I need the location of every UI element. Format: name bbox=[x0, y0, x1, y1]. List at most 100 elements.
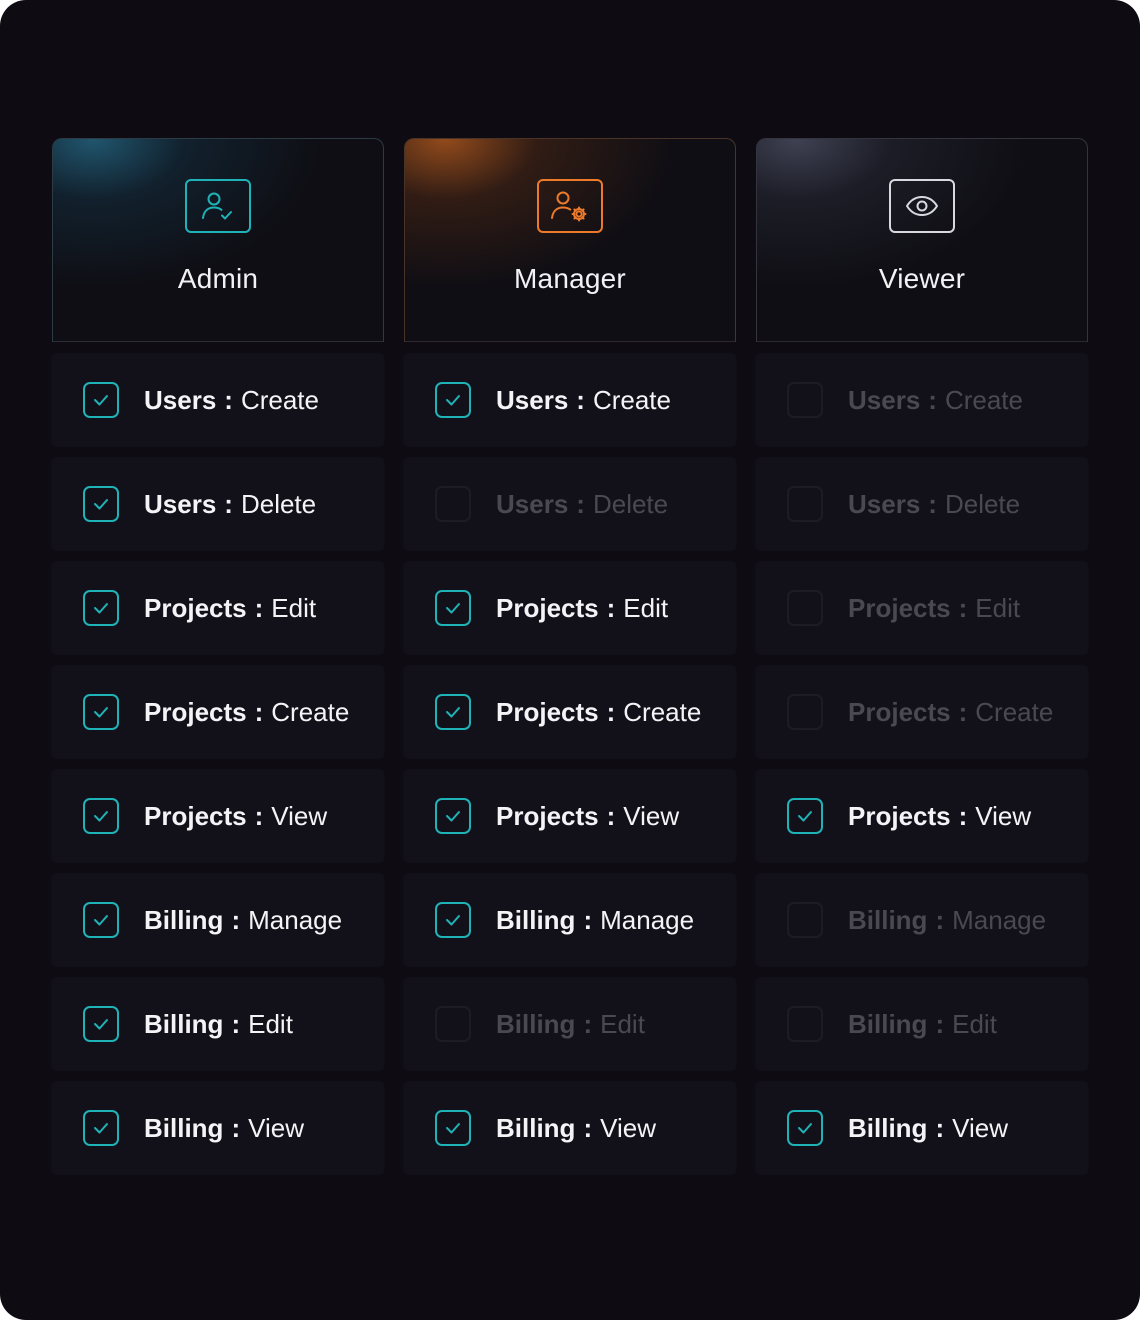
role-card-manager[interactable]: Manager bbox=[404, 138, 736, 342]
permission-row[interactable]: Projects: Create bbox=[756, 666, 1088, 758]
permission-row[interactable]: Projects: Edit bbox=[756, 562, 1088, 654]
permission-separator: : bbox=[254, 593, 264, 623]
permission-row[interactable]: Users: Create bbox=[52, 354, 384, 446]
permission-separator: : bbox=[935, 1009, 945, 1039]
permission-separator: : bbox=[583, 1113, 593, 1143]
permission-action: Edit bbox=[952, 1009, 997, 1039]
checkbox-unchecked[interactable] bbox=[787, 902, 823, 938]
permission-row[interactable]: Projects: Create bbox=[404, 666, 736, 758]
permission-separator: : bbox=[231, 1113, 241, 1143]
permission-row[interactable]: Users: Delete bbox=[404, 458, 736, 550]
checkbox-checked[interactable] bbox=[435, 798, 471, 834]
checkbox-checked[interactable] bbox=[435, 382, 471, 418]
permission-resource: Users bbox=[144, 489, 217, 519]
permission-row[interactable]: Projects: View bbox=[404, 770, 736, 862]
permission-row[interactable]: Billing: Edit bbox=[52, 978, 384, 1070]
checkbox-unchecked[interactable] bbox=[787, 590, 823, 626]
checkbox-checked[interactable] bbox=[83, 590, 119, 626]
permission-row[interactable]: Projects: Edit bbox=[404, 562, 736, 654]
permission-row[interactable]: Users: Create bbox=[404, 354, 736, 446]
permission-row[interactable]: Billing: Edit bbox=[404, 978, 736, 1070]
permission-resource: Billing bbox=[144, 905, 224, 935]
checkbox-checked[interactable] bbox=[83, 902, 119, 938]
permission-action: Create bbox=[240, 385, 319, 415]
checkbox-unchecked[interactable] bbox=[787, 694, 823, 730]
permission-action: Edit bbox=[600, 1009, 645, 1039]
permission-separator: : bbox=[224, 385, 233, 415]
permission-row[interactable]: Billing: View bbox=[52, 1082, 384, 1174]
checkbox-checked[interactable] bbox=[83, 382, 119, 418]
role-column-viewer: Viewer Users: Create Users: Delete Projects:… bbox=[756, 138, 1088, 1174]
checkbox-checked[interactable] bbox=[435, 694, 471, 730]
role-column-manager: Manager Users: Create Users: Delete Projects… bbox=[404, 138, 736, 1174]
permission-separator: : bbox=[606, 593, 616, 623]
permission-resource: Projects bbox=[848, 697, 951, 727]
permission-label: Billing: Manage bbox=[144, 904, 342, 936]
permission-label: Projects: Create bbox=[848, 696, 1053, 728]
checkbox-checked[interactable] bbox=[435, 902, 471, 938]
check-icon bbox=[94, 811, 108, 822]
eye-icon bbox=[889, 179, 955, 233]
checkbox-unchecked[interactable] bbox=[787, 1006, 823, 1042]
checkbox-checked[interactable] bbox=[83, 1006, 119, 1042]
checkbox-checked[interactable] bbox=[83, 798, 119, 834]
permission-resource: Billing bbox=[848, 1009, 928, 1039]
check-icon bbox=[798, 1123, 812, 1134]
permission-separator: : bbox=[606, 801, 616, 831]
role-card-admin[interactable]: Admin bbox=[52, 138, 384, 342]
checkbox-checked[interactable] bbox=[83, 486, 119, 522]
permission-label: Projects: Create bbox=[496, 696, 701, 728]
permission-separator: : bbox=[928, 385, 937, 415]
checkbox-checked[interactable] bbox=[787, 1110, 823, 1146]
permission-row[interactable]: Billing: View bbox=[756, 1082, 1088, 1174]
check-icon bbox=[446, 1123, 460, 1134]
permission-row[interactable]: Users: Create bbox=[756, 354, 1088, 446]
permission-action: Edit bbox=[623, 593, 669, 623]
role-card-viewer[interactable]: Viewer bbox=[756, 138, 1088, 342]
checkbox-checked[interactable] bbox=[83, 694, 119, 730]
check-icon bbox=[94, 915, 108, 926]
check-icon bbox=[94, 499, 108, 510]
permission-resource: Billing bbox=[144, 1113, 224, 1143]
permission-separator: : bbox=[935, 1113, 945, 1143]
permission-row[interactable]: Billing: Manage bbox=[756, 874, 1088, 966]
permission-separator: : bbox=[224, 489, 233, 519]
checkbox-unchecked[interactable] bbox=[787, 486, 823, 522]
permission-label: Billing: Manage bbox=[848, 904, 1046, 936]
checkbox-checked[interactable] bbox=[83, 1110, 119, 1146]
checkbox-unchecked[interactable] bbox=[435, 1006, 471, 1042]
permission-row[interactable]: Users: Delete bbox=[52, 458, 384, 550]
permission-resource: Users bbox=[144, 385, 217, 415]
permission-action: View bbox=[623, 801, 680, 831]
permission-list: Users: Create Users: Delete Projects: Edit Pro… bbox=[756, 354, 1088, 1174]
permission-action: View bbox=[600, 1113, 656, 1143]
permission-action: Delete bbox=[944, 489, 1021, 519]
checkbox-unchecked[interactable] bbox=[435, 486, 471, 522]
permission-action: View bbox=[248, 1113, 304, 1143]
user-settings-icon bbox=[537, 179, 603, 233]
check-icon bbox=[94, 1123, 108, 1134]
permission-separator: : bbox=[231, 1009, 241, 1039]
permission-label: Billing: Edit bbox=[144, 1008, 293, 1040]
permission-row[interactable]: Users: Delete bbox=[756, 458, 1088, 550]
check-icon bbox=[94, 603, 108, 614]
permission-row[interactable]: Projects: View bbox=[756, 770, 1088, 862]
role-name: Admin bbox=[177, 263, 259, 294]
permission-row[interactable]: Billing: Edit bbox=[756, 978, 1088, 1070]
permission-action: Create bbox=[592, 385, 671, 415]
role-name: Viewer bbox=[878, 263, 966, 294]
permission-label: Projects: Edit bbox=[144, 592, 316, 624]
checkbox-checked[interactable] bbox=[435, 1110, 471, 1146]
checkbox-unchecked[interactable] bbox=[787, 382, 823, 418]
permission-row[interactable]: Projects: Edit bbox=[52, 562, 384, 654]
permission-label: Billing: View bbox=[848, 1112, 1008, 1144]
permission-row[interactable]: Billing: Manage bbox=[404, 874, 736, 966]
checkbox-checked[interactable] bbox=[435, 590, 471, 626]
permission-resource: Projects bbox=[848, 593, 951, 623]
permission-row[interactable]: Billing: Manage bbox=[52, 874, 384, 966]
permission-row[interactable]: Projects: Create bbox=[52, 666, 384, 758]
checkbox-checked[interactable] bbox=[787, 798, 823, 834]
permission-row[interactable]: Billing: View bbox=[404, 1082, 736, 1174]
permission-row[interactable]: Projects: View bbox=[52, 770, 384, 862]
permission-label: Projects: View bbox=[496, 800, 679, 832]
